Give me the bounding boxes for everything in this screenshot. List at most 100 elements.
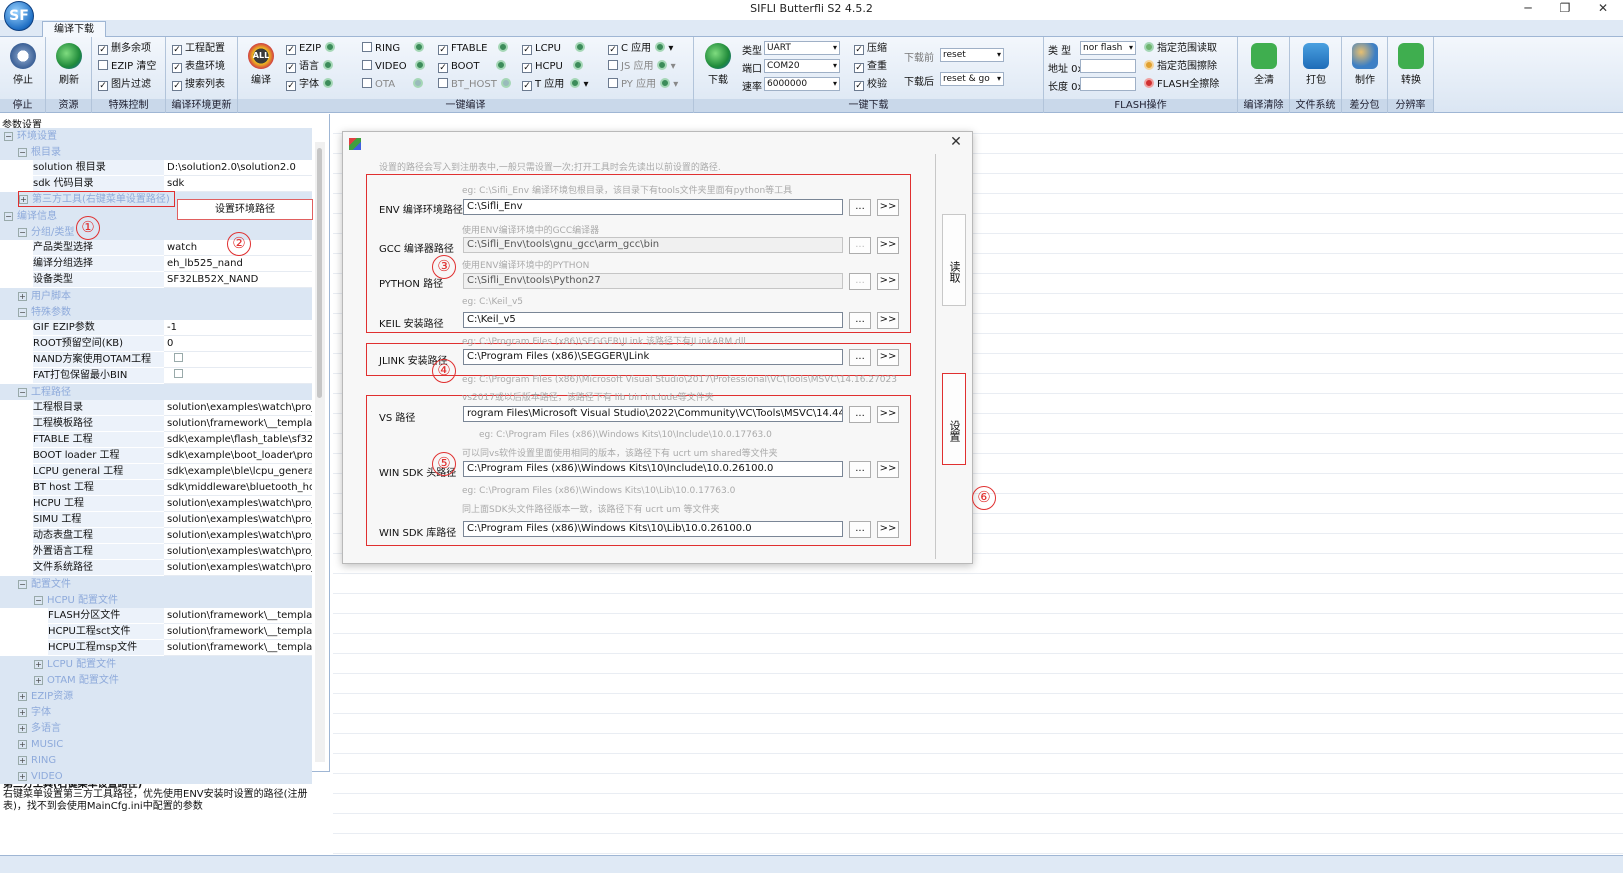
prop-value[interactable]: solution\framework\__templat... xyxy=(164,624,312,640)
font-compile-checkbox[interactable]: ✓ 字体 xyxy=(286,78,333,93)
port-type-select[interactable]: UART xyxy=(764,41,840,55)
t-app-compile-checkbox[interactable]: ✓ T 应用 ▾ xyxy=(522,78,589,93)
dialog-close-button[interactable]: ✕ xyxy=(946,134,966,150)
minimize-button[interactable]: ─ xyxy=(1508,0,1548,18)
vs-open-button[interactable]: >> xyxy=(877,406,899,423)
tree-project-paths[interactable]: − 工程路径 xyxy=(18,385,71,401)
prop-value[interactable]: SF32LB52X_NAND xyxy=(164,272,312,288)
tree-resource-item[interactable]: + VIDEO xyxy=(18,769,63,785)
clean-all-button[interactable]: 全清 xyxy=(1244,43,1284,86)
prop-value[interactable]: solution\framework\__templat... xyxy=(164,608,312,624)
prop-value[interactable]: solution\examples\watch\proj... xyxy=(164,400,312,416)
js-app-compile-checkbox[interactable]: JS 应用 ▾ xyxy=(608,60,676,75)
tree-resource-item[interactable]: + MUSIC xyxy=(18,737,63,753)
python-open-button[interactable]: >> xyxy=(877,273,899,290)
prop-value[interactable]: -1 xyxy=(164,320,312,336)
ezip-compile-checkbox[interactable]: ✓ EZIP xyxy=(286,42,336,57)
prop-value[interactable]: sdk\example\boot_loader\proj... xyxy=(164,448,312,464)
tree-build-info[interactable]: − 编译信息 xyxy=(4,209,57,225)
prop-value[interactable]: sdk\example\ble\lcpu_general\... xyxy=(164,464,312,480)
stop-button[interactable]: 停止 xyxy=(3,43,43,86)
env-path-input[interactable]: C:\Sifli_Env xyxy=(463,199,843,215)
winsdk-lib-path-input[interactable]: C:\Program Files (x86)\Windows Kits\10\L… xyxy=(463,521,843,537)
flash-type-select[interactable]: nor flash xyxy=(1080,41,1136,55)
py-app-compile-checkbox[interactable]: PY 应用 ▾ xyxy=(608,78,678,93)
flash-addr-input[interactable] xyxy=(1080,59,1136,73)
tree-env-section[interactable]: − 环境设置 xyxy=(4,129,57,145)
gear-icon[interactable] xyxy=(414,42,425,52)
chevron-down-icon[interactable]: ▾ xyxy=(673,79,678,90)
prop-value[interactable]: solution\examples\watch\proj... xyxy=(164,560,312,576)
prop-value[interactable]: solution\framework\__templat... xyxy=(164,640,312,656)
prop-value[interactable]: sdk xyxy=(164,176,312,192)
bthost-compile-checkbox[interactable]: BT_HOST xyxy=(438,78,511,93)
gear-icon[interactable] xyxy=(495,60,506,70)
app-logo-icon[interactable]: SF xyxy=(4,1,34,31)
prop-value[interactable]: solution\framework\__templat... xyxy=(164,416,312,432)
jlink-browse-button[interactable]: ... xyxy=(849,349,871,366)
hcpu-compile-checkbox[interactable]: ✓ HCPU xyxy=(522,60,583,75)
panel-scrollbar[interactable] xyxy=(315,142,325,762)
tree-third-party-tools[interactable]: + 第三方工具(右键菜单设置路径) xyxy=(18,191,175,207)
convert-button[interactable]: 转换 xyxy=(1391,43,1431,86)
gear-icon[interactable] xyxy=(413,78,424,88)
winsdk-inc-path-input[interactable]: C:\Program Files (x86)\Windows Kits\10\I… xyxy=(463,461,843,477)
gear-icon[interactable] xyxy=(657,60,668,70)
gear-icon[interactable] xyxy=(500,78,511,88)
gear-icon[interactable] xyxy=(572,60,583,70)
gear-icon[interactable] xyxy=(655,42,666,52)
ring-compile-checkbox[interactable]: RING xyxy=(362,42,425,57)
keil-browse-button[interactable]: ... xyxy=(849,312,871,329)
prop-value[interactable]: eh_lb525_nand xyxy=(164,256,312,272)
gear-icon[interactable] xyxy=(570,78,581,88)
set-button[interactable]: 设置 xyxy=(942,373,966,465)
winsdk-inc-browse-button[interactable]: ... xyxy=(849,461,871,478)
video-compile-checkbox[interactable]: VIDEO xyxy=(362,60,425,75)
image-filter-checkbox[interactable]: ✓ 图片过滤 xyxy=(98,78,151,93)
tree-resource-item[interactable]: + 多语言 xyxy=(18,721,61,737)
dedup-checkbox[interactable]: ✓ 查重 xyxy=(854,60,887,75)
verify-checkbox[interactable]: ✓ 校验 xyxy=(854,78,887,93)
tree-hcpu-config[interactable]: − HCPU 配置文件 xyxy=(34,593,118,609)
prop-value[interactable]: solution\examples\watch\proj... xyxy=(164,528,312,544)
gcc-open-button[interactable]: >> xyxy=(877,237,899,254)
python-browse-button[interactable]: ... xyxy=(849,273,871,290)
env-browse-button[interactable]: ... xyxy=(849,199,871,216)
prop-value[interactable]: 0 xyxy=(164,336,312,352)
checkbox-icon[interactable] xyxy=(174,369,183,378)
prop-value[interactable]: sdk\example\flash_table\sf32lb... xyxy=(164,432,312,448)
before-download-select[interactable]: reset xyxy=(940,48,1004,62)
prop-value[interactable]: D:\solution2.0\solution2.0 xyxy=(164,160,312,176)
port-select[interactable]: COM20 xyxy=(764,59,840,73)
pack-button[interactable]: 打包 xyxy=(1296,43,1336,86)
tree-user-script[interactable]: + 用户脚本 xyxy=(18,289,71,305)
gear-icon[interactable] xyxy=(660,78,671,88)
tree-config-files[interactable]: − 配置文件 xyxy=(18,577,71,593)
tree-resource-item[interactable]: + RING xyxy=(18,753,56,769)
tree-special-params[interactable]: − 特殊参数 xyxy=(18,305,71,321)
read-button[interactable]: 读取 xyxy=(942,214,966,306)
tree-resource-item[interactable]: + EZIP资源 xyxy=(18,689,73,705)
winsdk-inc-open-button[interactable]: >> xyxy=(877,461,899,478)
refresh-button[interactable]: 刷新 xyxy=(49,43,89,86)
jlink-path-input[interactable]: C:\Program Files (x86)\SEGGER\JLink xyxy=(463,349,843,365)
tree-group-type[interactable]: − 分组/类型 xyxy=(18,225,74,241)
tree-root-dir[interactable]: − 根目录 xyxy=(18,145,61,161)
close-window-button[interactable]: ✕ xyxy=(1583,0,1623,18)
language-compile-checkbox[interactable]: ✓ 语言 xyxy=(286,60,333,75)
vs-browse-button[interactable]: ... xyxy=(849,406,871,423)
flash-len-input[interactable] xyxy=(1080,77,1136,91)
lcpu-compile-checkbox[interactable]: ✓ LCPU xyxy=(522,42,585,57)
download-button[interactable]: 下载 xyxy=(698,43,738,86)
tree-lcpu-config[interactable]: + LCPU 配置文件 xyxy=(34,657,116,673)
vs-path-input[interactable]: rogram Files\Microsoft Visual Studio\202… xyxy=(463,406,843,422)
jlink-open-button[interactable]: >> xyxy=(877,349,899,366)
tree-resource-item[interactable]: + 字体 xyxy=(18,705,51,721)
prop-value[interactable] xyxy=(164,352,312,368)
gear-icon[interactable] xyxy=(323,60,333,70)
flash-erase-range-button[interactable]: 指定范围擦除 xyxy=(1144,60,1217,75)
keil-path-input[interactable]: C:\Keil_v5 xyxy=(463,312,843,328)
prop-value[interactable]: solution\examples\watch\proj... xyxy=(164,512,312,528)
chevron-down-icon[interactable]: ▾ xyxy=(671,61,676,72)
project-config-checkbox[interactable]: ✓ 工程配置 xyxy=(172,42,225,57)
